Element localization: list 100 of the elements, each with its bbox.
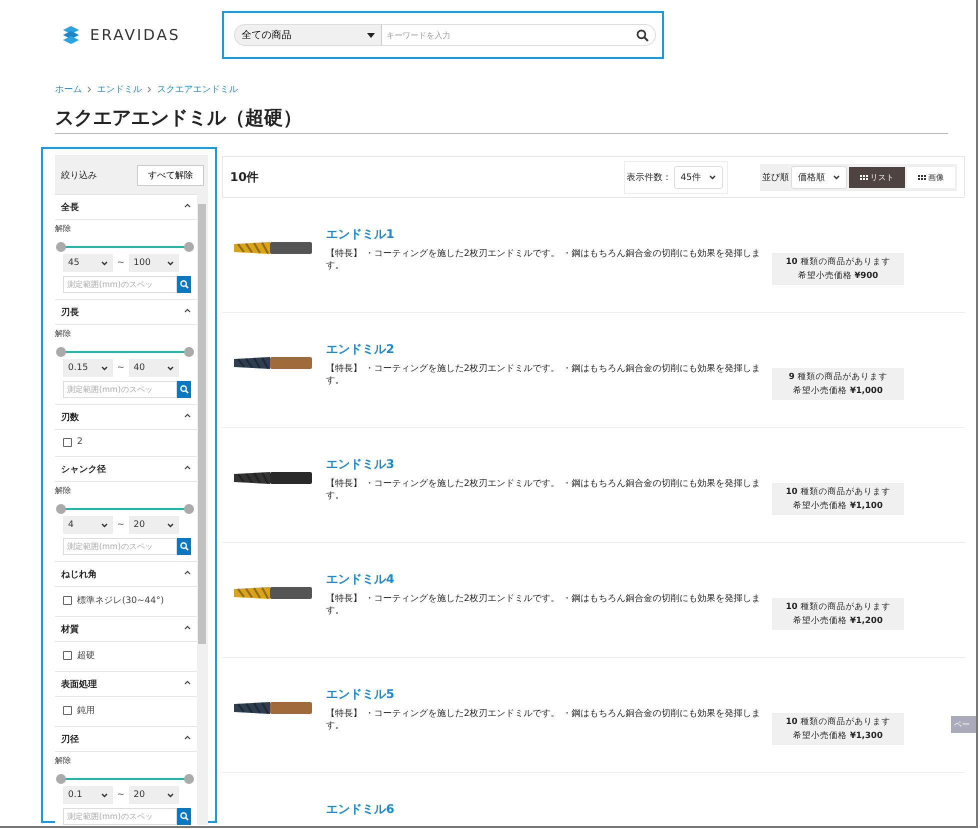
filter-heading: 絞り込み bbox=[61, 170, 97, 182]
caret-up-icon[interactable] bbox=[184, 308, 191, 313]
filter-heading: 刃数 bbox=[61, 412, 79, 424]
search-button[interactable] bbox=[177, 381, 191, 398]
max-select[interactable]: 100 bbox=[128, 254, 179, 272]
range-separator: ~ bbox=[117, 258, 125, 268]
option-label: 標準ネジレ(30~44°) bbox=[77, 594, 164, 607]
slider-handle[interactable] bbox=[56, 504, 66, 514]
range-separator: ~ bbox=[117, 520, 125, 530]
search-icon bbox=[180, 542, 188, 551]
grid-icon bbox=[918, 174, 926, 180]
view-toggle[interactable]: リスト bbox=[849, 166, 905, 188]
search-icon bbox=[180, 812, 188, 821]
variant-count: 9 種類の商品があります bbox=[788, 371, 888, 384]
chevron-down-icon bbox=[101, 792, 108, 798]
grid-icon bbox=[860, 174, 868, 180]
caret-up-icon[interactable] bbox=[184, 735, 191, 740]
caret-up-icon[interactable] bbox=[184, 625, 191, 630]
caret-up-icon[interactable] bbox=[184, 413, 191, 418]
chevron-down-icon bbox=[166, 792, 174, 798]
clear-link[interactable]: 解除 bbox=[55, 328, 197, 339]
search-icon bbox=[180, 385, 188, 394]
range-slider[interactable] bbox=[56, 347, 194, 357]
slider-handle[interactable] bbox=[184, 347, 194, 357]
keyword-search-field[interactable]: キーワードを入力 bbox=[382, 24, 656, 46]
slider-handle[interactable] bbox=[184, 242, 194, 252]
chevron-down-icon bbox=[101, 522, 108, 528]
min-select[interactable]: 0.1 bbox=[63, 786, 113, 804]
chevron-down-icon bbox=[101, 260, 108, 266]
breadcrumb-link[interactable]: エンドミル bbox=[97, 83, 142, 96]
product-link[interactable]: エンドミル6 bbox=[326, 801, 764, 818]
spec-search-field[interactable]: 測定範囲(mm)のスペッ bbox=[63, 808, 177, 825]
filter-heading: 表面処理 bbox=[61, 678, 97, 691]
slider-handle[interactable] bbox=[56, 774, 66, 784]
search-icon[interactable] bbox=[636, 29, 650, 42]
max-select[interactable]: 20 bbox=[128, 786, 179, 804]
view-toggle[interactable]: 画像 bbox=[907, 166, 955, 188]
max-select[interactable]: 20 bbox=[128, 516, 179, 534]
chevron-down-icon bbox=[166, 260, 174, 266]
slider-handle[interactable] bbox=[184, 504, 194, 514]
search-button[interactable] bbox=[177, 538, 191, 555]
search-icon bbox=[180, 280, 188, 289]
per-page-select[interactable]: 45件 bbox=[674, 166, 723, 188]
checkbox[interactable] bbox=[63, 706, 72, 715]
max-select[interactable]: 40 bbox=[128, 359, 179, 377]
caret-up-icon[interactable] bbox=[184, 680, 191, 685]
result-count: 10件 bbox=[230, 168, 260, 186]
caret-up-icon[interactable] bbox=[184, 570, 191, 575]
breadcrumb-link[interactable]: ホーム bbox=[55, 83, 82, 96]
slider-handle[interactable] bbox=[56, 347, 66, 357]
category-select[interactable]: 全ての商品 bbox=[234, 24, 382, 46]
spec-search-field[interactable]: 測定範囲(mm)のスペッ bbox=[63, 276, 177, 293]
product-description: 【特長】 ・コーティングを施した2枚刃エンドミルです。 ・鋼はもちろん銅合金の切削にも効果を発揮します。 bbox=[326, 593, 762, 617]
min-select[interactable]: 45 bbox=[63, 254, 113, 272]
range-slider[interactable] bbox=[56, 774, 194, 784]
variant-count: 10 種類の商品があります bbox=[784, 256, 892, 269]
sort-label: 並び順 bbox=[762, 172, 789, 184]
filter-heading: ねじれ角 bbox=[61, 568, 97, 581]
chevron-down-icon bbox=[166, 366, 174, 370]
product-description: 【特長】 ・コーティングを施した2枚刃エンドミルです。 ・鋼はもちろん銅合金の切削にも効果を発揮します。 bbox=[326, 248, 762, 272]
product-link[interactable]: エンドミル5 bbox=[326, 686, 764, 703]
option-label: 鈍用 bbox=[77, 704, 95, 717]
product-link[interactable]: エンドミル1 bbox=[326, 226, 764, 243]
spec-search-field[interactable]: 測定範囲(mm)のスペッ bbox=[63, 538, 177, 555]
scrollbar-thumb[interactable] bbox=[198, 204, 206, 644]
chevron-down-icon bbox=[833, 174, 840, 180]
filter-heading: 材質 bbox=[61, 623, 79, 636]
retail-price: 希望小売価格 ¥1,200 bbox=[792, 615, 884, 628]
checkbox[interactable] bbox=[63, 438, 72, 446]
clear-link[interactable]: 解除 bbox=[55, 485, 197, 496]
slider-handle[interactable] bbox=[184, 774, 194, 784]
logo-text[interactable]: ERAVIDAS bbox=[90, 26, 180, 44]
min-select[interactable]: 4 bbox=[63, 516, 113, 534]
retail-price: 希望小売価格 ¥900 bbox=[796, 270, 880, 283]
product-link[interactable]: エンドミル3 bbox=[326, 456, 764, 473]
option-label: 2 bbox=[77, 437, 83, 447]
product-link[interactable]: エンドミル2 bbox=[326, 341, 764, 358]
chevron-down-icon bbox=[709, 174, 716, 180]
range-slider[interactable] bbox=[56, 242, 194, 252]
variant-count: 10 種類の商品があります bbox=[784, 716, 892, 729]
filter-heading: 刃長 bbox=[61, 306, 79, 319]
chevron-right-icon bbox=[147, 86, 152, 93]
breadcrumb-link[interactable]: スクエアエンドミル bbox=[157, 83, 238, 96]
spec-search-field[interactable]: 測定範囲(mm)のスペッ bbox=[63, 381, 177, 398]
caret-up-icon[interactable] bbox=[184, 203, 191, 208]
sort-select[interactable]: 価格順 bbox=[791, 166, 847, 188]
search-button[interactable] bbox=[177, 276, 191, 293]
checkbox[interactable] bbox=[63, 596, 72, 605]
clear-link[interactable]: 解除 bbox=[55, 223, 197, 234]
checkbox[interactable] bbox=[63, 651, 72, 660]
search-button[interactable] bbox=[177, 808, 191, 825]
clear-link[interactable]: 解除 bbox=[55, 755, 197, 766]
caret-up-icon[interactable] bbox=[184, 465, 191, 470]
slider-handle[interactable] bbox=[56, 242, 66, 252]
range-separator: ~ bbox=[117, 363, 125, 373]
clear-all-button[interactable]: すべて解除 bbox=[137, 165, 204, 186]
range-slider[interactable] bbox=[56, 504, 194, 514]
product-link[interactable]: エンドミル4 bbox=[326, 571, 764, 588]
retail-price: 希望小売価格 ¥1,100 bbox=[792, 500, 884, 513]
min-select[interactable]: 0.15 bbox=[63, 359, 113, 377]
